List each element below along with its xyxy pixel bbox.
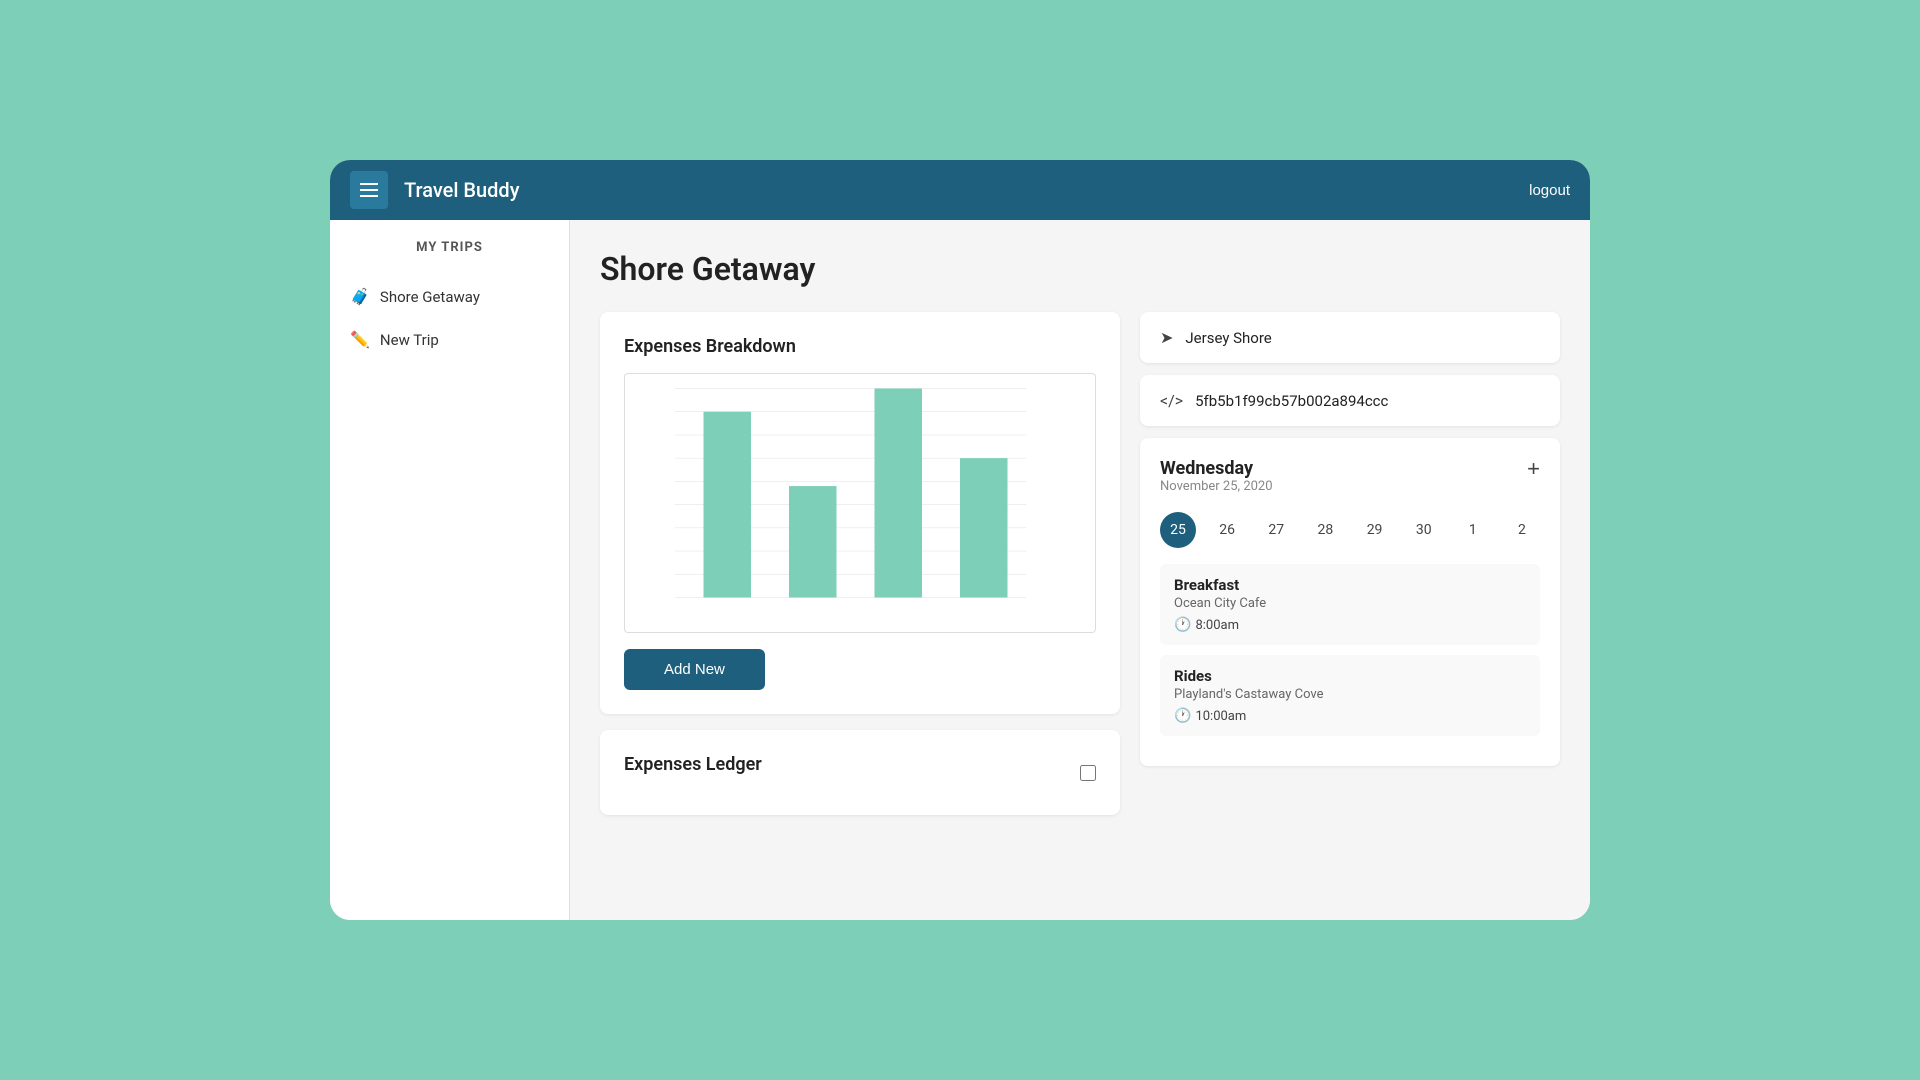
code-card: </> 5fb5b1f99cb57b002a894ccc	[1140, 375, 1560, 426]
cal-day-27[interactable]: 27	[1258, 512, 1294, 548]
calendar-add-button[interactable]: +	[1527, 458, 1540, 480]
sidebar: MY TRIPS 🧳 Shore Getaway ✏️ New Trip	[330, 220, 570, 920]
app-title: Travel Buddy	[404, 178, 520, 202]
calendar-card: Wednesday November 25, 2020 + 25 26 27 2…	[1140, 438, 1560, 766]
destination-card: ➤ Jersey Shore	[1140, 312, 1560, 363]
calendar-date: November 25, 2020	[1160, 479, 1273, 494]
event-breakfast-location: Ocean City Cafe	[1174, 596, 1526, 611]
main-content: Shore Getaway Expenses Breakdown	[570, 220, 1590, 920]
expenses-breakdown-card: Expenses Breakdown	[600, 312, 1120, 714]
event-rides-name: Rides	[1174, 667, 1526, 685]
destination-label: Jersey Shore	[1185, 329, 1271, 347]
cal-day-2[interactable]: 2	[1504, 512, 1540, 548]
bar-francesca	[960, 458, 1008, 597]
logout-button[interactable]: logout	[1529, 182, 1570, 199]
bar-andrew	[704, 412, 752, 598]
cal-day-25[interactable]: 25	[1160, 512, 1196, 548]
event-breakfast: Breakfast Ocean City Cafe 🕐 8:00am	[1160, 564, 1540, 645]
navigation-icon: ➤	[1160, 328, 1173, 347]
event-rides-location: Playland's Castaway Cove	[1174, 687, 1526, 702]
page-title: Shore Getaway	[600, 250, 1560, 288]
right-panel: ➤ Jersey Shore </> 5fb5b1f99cb57b002a894…	[1140, 312, 1560, 815]
calendar-days: 25 26 27 28 29 30 1 2	[1160, 512, 1540, 548]
sidebar-item-label: New Trip	[380, 331, 439, 349]
expenses-breakdown-title: Expenses Breakdown	[624, 336, 1096, 357]
cal-day-26[interactable]: 26	[1209, 512, 1245, 548]
app-header: Travel Buddy logout	[330, 160, 1590, 220]
event-rides-time: 🕐 10:00am	[1174, 708, 1526, 724]
sidebar-item-new-trip[interactable]: ✏️ New Trip	[330, 318, 569, 361]
briefcase-icon: 🧳	[350, 287, 370, 306]
expenses-chart: 45 40 35 35 35 30 25 20 15 10	[624, 373, 1096, 633]
sidebar-item-label: Shore Getaway	[380, 288, 480, 306]
sidebar-section-title: MY TRIPS	[330, 240, 569, 255]
bar-ryan	[875, 389, 923, 598]
clock-icon-2: 🕐	[1174, 708, 1191, 724]
bar-rachel	[789, 486, 837, 597]
cal-day-28[interactable]: 28	[1307, 512, 1343, 548]
event-rides: Rides Playland's Castaway Cove 🕐 10:00am	[1160, 655, 1540, 736]
trip-code: 5fb5b1f99cb57b002a894ccc	[1195, 392, 1388, 410]
sidebar-item-shore-getaway[interactable]: 🧳 Shore Getaway	[330, 275, 569, 318]
menu-button[interactable]	[350, 171, 388, 209]
bar-chart: 45 40 35 35 35 30 25 20 15 10	[675, 384, 1055, 602]
calendar-day-name: Wednesday	[1160, 458, 1273, 479]
event-breakfast-time: 🕐 8:00am	[1174, 617, 1526, 633]
clock-icon: 🕐	[1174, 617, 1191, 633]
ledger-title: Expenses Ledger	[624, 754, 762, 775]
pencil-icon: ✏️	[350, 330, 370, 349]
code-icon: </>	[1160, 391, 1183, 410]
ledger-card: Expenses Ledger	[600, 730, 1120, 815]
cal-day-30[interactable]: 30	[1406, 512, 1442, 548]
cal-day-29[interactable]: 29	[1357, 512, 1393, 548]
cal-day-1[interactable]: 1	[1455, 512, 1491, 548]
add-new-button[interactable]: Add New	[624, 649, 765, 690]
ledger-checkbox[interactable]	[1080, 765, 1096, 781]
event-breakfast-name: Breakfast	[1174, 576, 1526, 594]
